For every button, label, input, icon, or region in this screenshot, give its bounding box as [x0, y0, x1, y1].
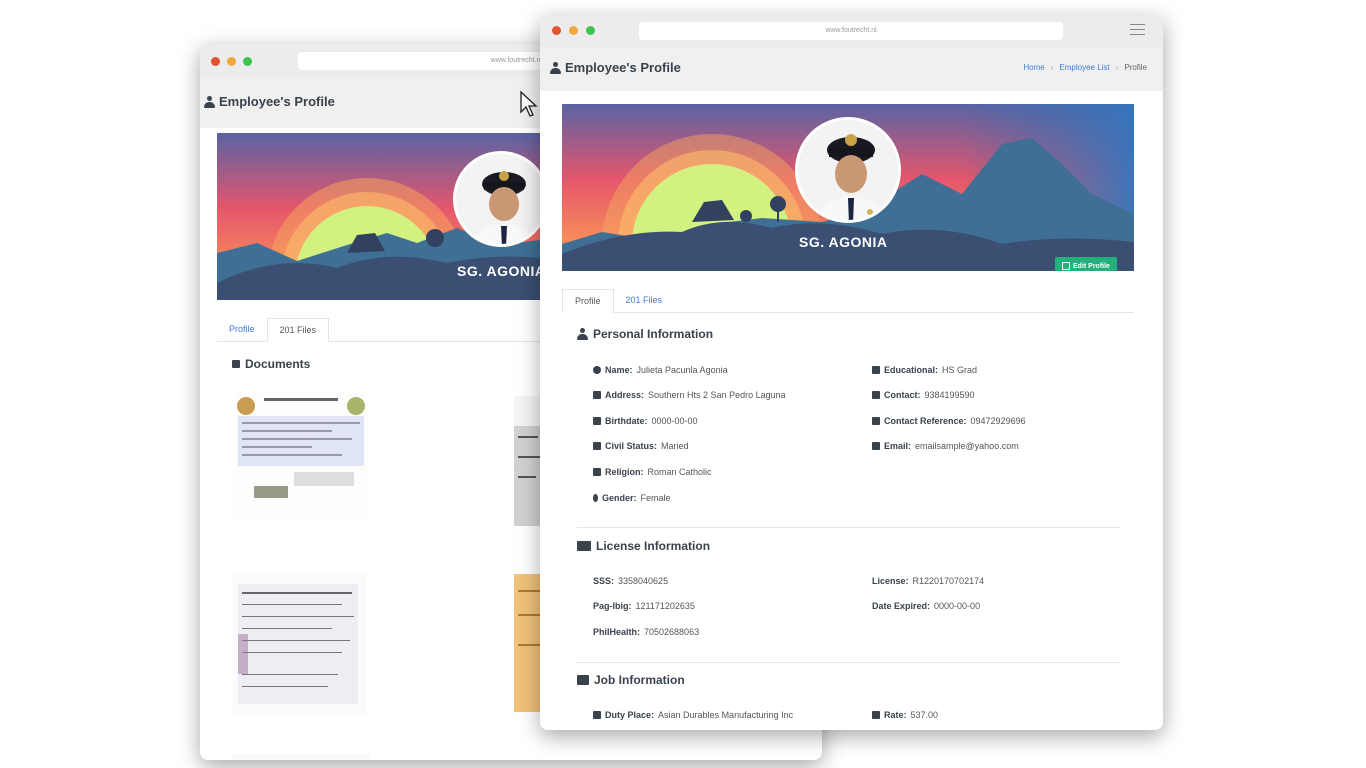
breadcrumb-employee-list[interactable]: Employee List	[1059, 63, 1109, 72]
address-bar[interactable]: www.foutrecht.nl	[298, 52, 548, 70]
breadcrumb-home[interactable]: Home	[1023, 63, 1044, 72]
birthdate-field: Birthdate: 0000-00-00	[593, 416, 698, 426]
close-window-button[interactable]	[552, 26, 561, 35]
section-divider	[577, 662, 1121, 663]
tab-201-files[interactable]: 201 Files	[266, 318, 330, 342]
philhealth-field: PhilHealth: 70502688063	[593, 627, 700, 637]
page-title: Employee's Profile	[204, 94, 335, 109]
job-information-heading: Job Information	[577, 673, 685, 687]
document-thumbnail[interactable]	[232, 574, 366, 714]
breadcrumb: Home › Employee List › Profile	[1023, 63, 1147, 72]
hamburger-menu-icon[interactable]	[1130, 24, 1145, 36]
user-icon	[204, 95, 215, 108]
user-icon	[550, 61, 561, 74]
user-icon	[577, 328, 588, 340]
gender-field: Gender: Female	[593, 493, 671, 503]
address-field: Address: Southern Hts 2 San Pedro Laguna	[593, 390, 786, 400]
document-scan-image	[232, 574, 366, 714]
briefcase-icon	[577, 675, 589, 685]
breadcrumb-separator-icon: ›	[1050, 63, 1054, 72]
mouse-cursor-icon	[520, 90, 538, 117]
calendar-icon	[593, 417, 601, 425]
home-icon	[593, 391, 601, 399]
close-window-button[interactable]	[211, 57, 220, 66]
avatar	[795, 117, 901, 223]
maximize-window-button[interactable]	[586, 26, 595, 35]
educational-field: Educational: HS Grad	[872, 365, 977, 375]
profile-tabs: Profile 201 Files	[562, 289, 1134, 313]
tab-201-files[interactable]: 201 Files	[614, 289, 675, 312]
front-browser-window: www.foutrecht.nl Employee's Profile Home…	[540, 15, 1163, 730]
breadcrumb-separator-icon: ›	[1115, 63, 1119, 72]
document-scan-image	[234, 392, 368, 522]
contact-reference-field: Contact Reference: 09472929696	[872, 416, 1026, 426]
page-header: Employee's Profile Home › Employee List …	[540, 47, 1163, 91]
file-icon	[593, 442, 601, 450]
address-bar[interactable]: www.foutrecht.nl	[639, 22, 1063, 40]
graduation-cap-icon	[872, 366, 880, 374]
edit-icon	[1062, 262, 1070, 270]
personal-information-heading: Personal Information	[577, 327, 713, 341]
documents-heading: Documents	[232, 357, 310, 371]
file-icon	[232, 360, 240, 368]
license-information-heading: License Information	[577, 539, 710, 553]
rate-field: Rate: 537.00	[872, 710, 938, 720]
contact-field: Contact: 9384199590	[872, 390, 975, 400]
profile-cover-banner: SG. AGONIA	[217, 133, 557, 300]
user-icon	[593, 366, 601, 374]
banner-employee-name: SG. AGONIA	[457, 263, 546, 279]
religion-field: Religion: Roman Catholic	[593, 467, 712, 477]
calendar-icon	[872, 711, 880, 719]
tab-profile[interactable]: Profile	[562, 289, 614, 313]
phone-icon	[872, 391, 880, 399]
sss-field: SSS: 3358040625	[593, 576, 669, 586]
document-thumbnail[interactable]	[232, 754, 370, 760]
female-icon	[593, 494, 598, 502]
banner-employee-name: SG. AGONIA	[799, 234, 888, 250]
section-divider	[577, 527, 1121, 528]
minimize-window-button[interactable]	[227, 57, 236, 66]
map-icon	[593, 711, 601, 719]
page-title: Employee's Profile	[550, 60, 681, 75]
phone-icon	[872, 417, 880, 425]
pag-ibig-field: Pag-Ibig: 121171202635	[593, 601, 695, 611]
church-icon	[593, 468, 601, 476]
civil-status-field: Civil Status: Maried	[593, 441, 689, 451]
email-field: Email: emailsample@yahoo.com	[872, 441, 1019, 451]
avatar	[453, 151, 549, 247]
document-thumbnail[interactable]	[234, 392, 368, 522]
duty-place-field: Duty Place: Asian Durables Manufacturing …	[593, 710, 793, 720]
profile-cover-banner: SG. AGONIA Edit Profile	[562, 104, 1134, 271]
license-field: License: R1220170702174	[872, 576, 985, 586]
date-expired-field: Date Expired: 0000-00-00	[872, 601, 981, 611]
breadcrumb-current: Profile	[1124, 63, 1147, 72]
profile-tabs: Profile 201 Files	[217, 318, 557, 342]
id-card-icon	[577, 541, 591, 551]
envelope-icon	[872, 442, 880, 450]
tab-profile[interactable]: Profile	[217, 318, 267, 341]
edit-profile-button[interactable]: Edit Profile	[1055, 257, 1117, 271]
maximize-window-button[interactable]	[243, 57, 252, 66]
name-field: Name: Julieta Pacunla Agonia	[593, 365, 728, 375]
window-titlebar: www.foutrecht.nl	[540, 15, 1163, 47]
minimize-window-button[interactable]	[569, 26, 578, 35]
